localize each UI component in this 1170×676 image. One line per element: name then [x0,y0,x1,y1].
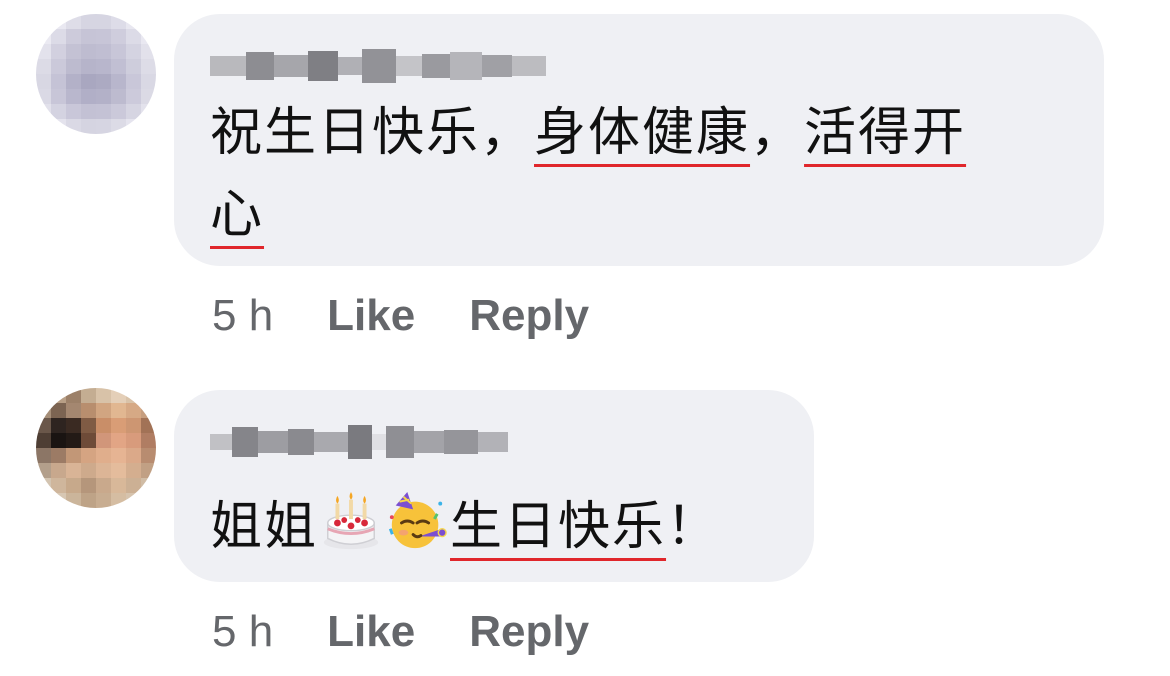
reply-button[interactable]: Reply [469,607,589,657]
like-button[interactable]: Like [327,607,415,657]
comment-text-part-underlined: 生日快乐 [450,497,667,557]
comment-text-part: 姐姐 [210,497,319,557]
comment-actions: 5 h Like Reply [212,602,643,662]
comment-text: 姐姐 生日快乐！ [210,486,720,568]
partying-face-icon [388,491,447,549]
comment-text-part: ！ [666,497,721,557]
author-name-redacted[interactable] [210,420,508,464]
comment-2: 姐姐 生日快乐！ 5 h Like Reply [0,0,1170,676]
avatar[interactable] [36,388,156,508]
comment-bubble: 姐姐 生日快乐！ [174,390,814,582]
birthday-cake-icon [323,491,379,550]
timestamp[interactable]: 5 h [212,607,273,657]
